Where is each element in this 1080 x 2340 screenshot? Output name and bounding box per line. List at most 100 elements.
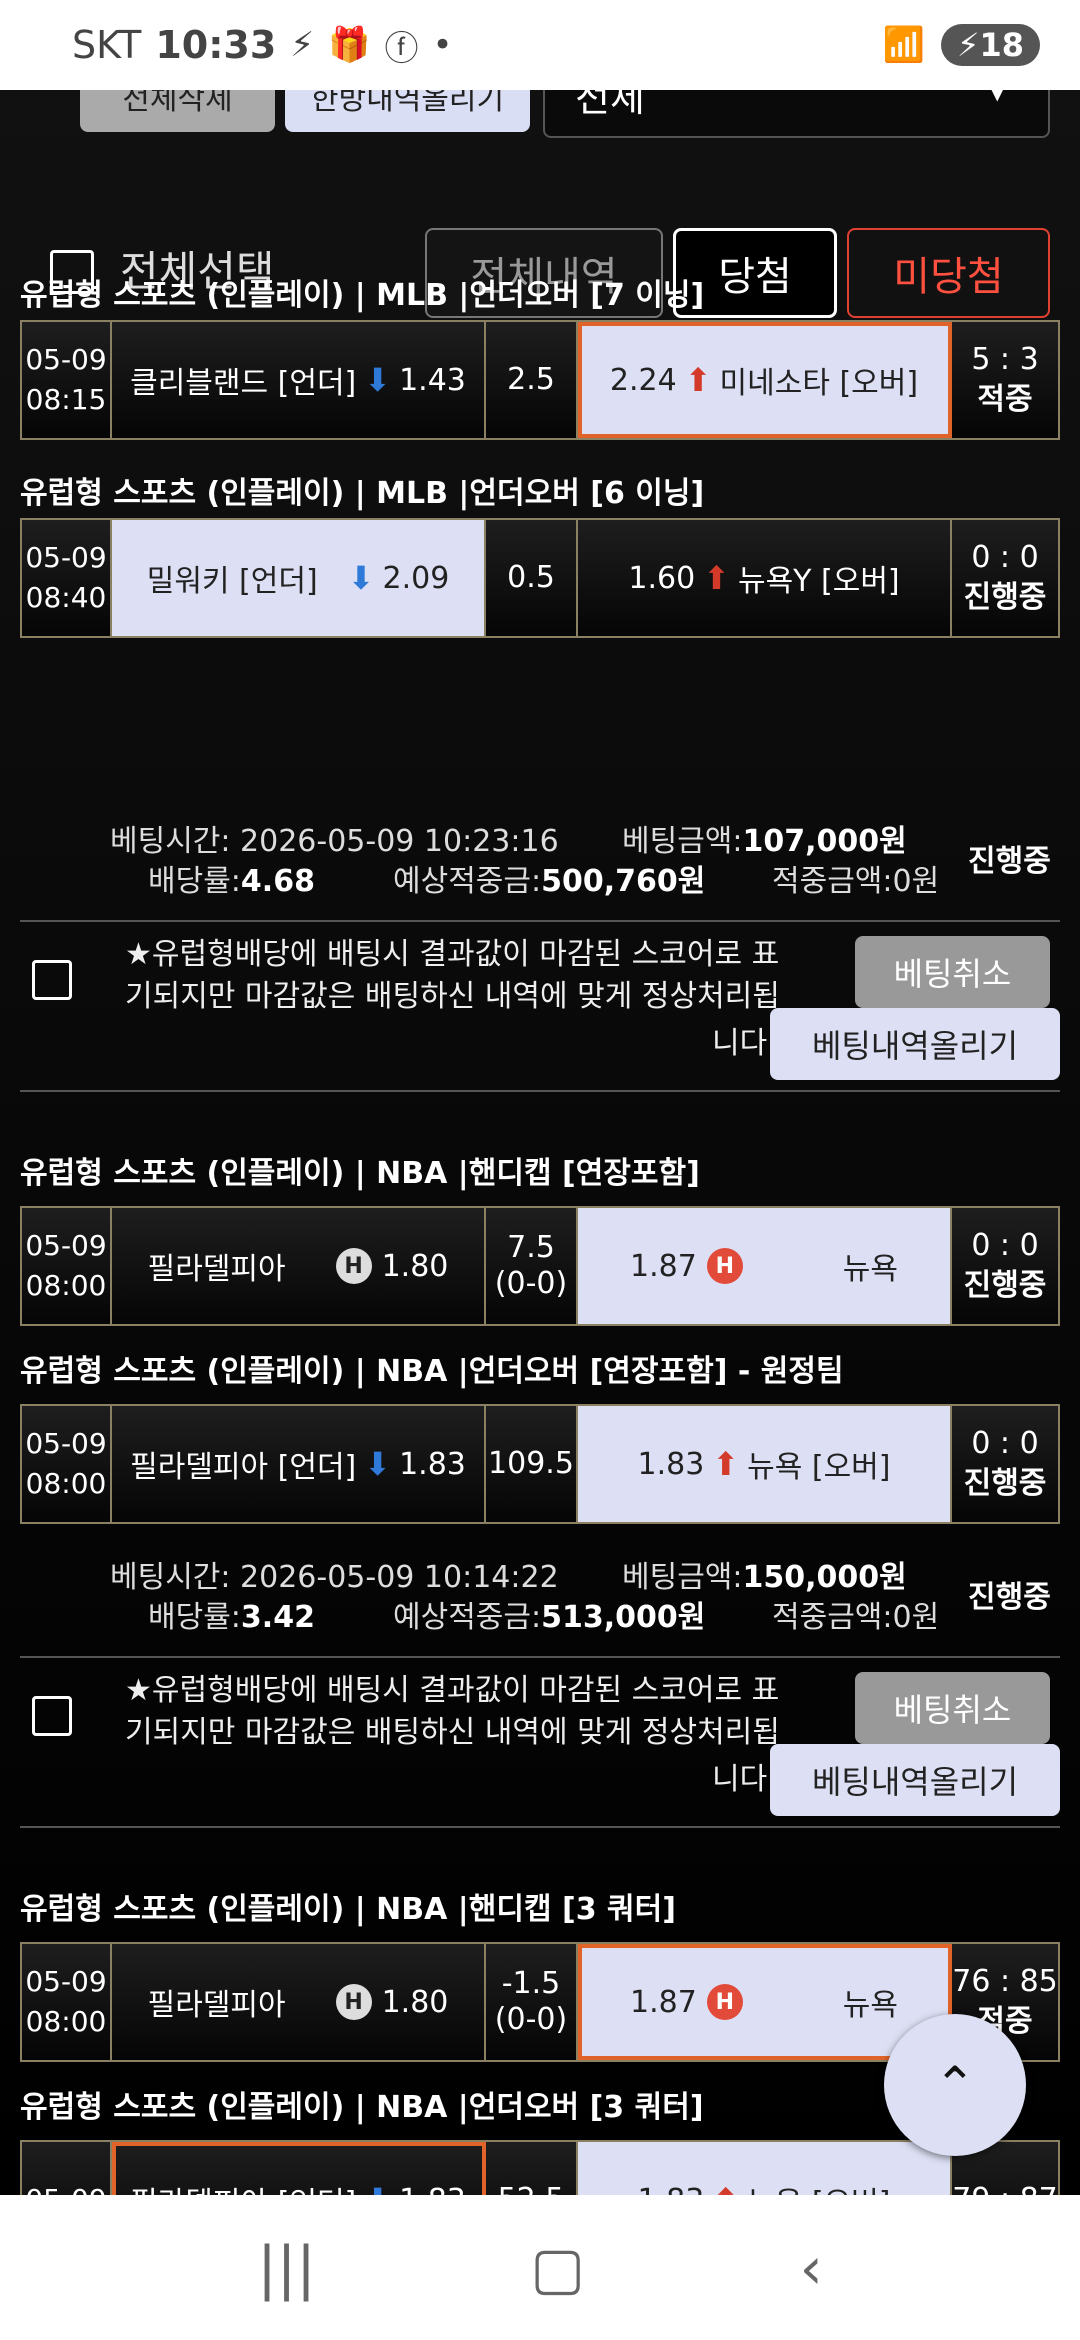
away-team: 뉴욕 [오버] xyxy=(747,1450,891,1485)
bet-odds: 배당률:4.68 xyxy=(148,856,315,900)
handicap-badge-icon: H xyxy=(335,1984,372,2020)
game-date: 05-09 xyxy=(25,343,107,376)
away-odds: 1.87 xyxy=(630,1248,697,1284)
arrow-up-icon: ⬆ xyxy=(703,559,730,597)
delete-all-button[interactable]: 전체삭제 xyxy=(80,90,275,132)
bet-history-content: 전체삭제 한방내역올리기 전체 ▼ 전체선택 전체내역 당첨 미당첨 유럽형 스… xyxy=(0,90,1080,2195)
bet-row: 05-09 08:00 필라델피아 H 1.80 7.5 (0-0) 1.87 H 뉴욕 … xyxy=(20,1206,1060,1326)
arrow-up-icon: ⬆ xyxy=(712,1445,740,1483)
home-pick[interactable]: 필라델피아 H 1.80 xyxy=(112,1208,486,1324)
result: 진행중 xyxy=(963,1268,1047,1303)
filter-lose-button[interactable]: 미당첨 xyxy=(847,228,1050,318)
battery-level: 18 xyxy=(979,26,1024,64)
divider xyxy=(20,920,1060,922)
bet-amount: 베팅금액:107,000원 xyxy=(622,816,907,860)
away-pick-selected[interactable]: 1.87 H 뉴욕 xyxy=(578,1944,952,2060)
home-odds: 1.80 xyxy=(381,1248,449,1284)
away-team: 미네소타 [오버] xyxy=(719,366,919,401)
upload-all-button[interactable]: 한방내역올리기 xyxy=(285,90,530,132)
upload-bet-button[interactable]: 베팅내역올리기 xyxy=(770,1744,1060,1816)
line-value: -1.5 (0-0) xyxy=(486,1944,578,2060)
bet-row: 05-09 08:00 필라델피아 [언더] ⬇ 1.83 109.5 1.83 ⬆ 뉴욕… xyxy=(20,1404,1060,1524)
away-pick[interactable]: 1.60 ⬆ 뉴욕Y [오버] xyxy=(578,520,952,636)
bet-amount-value: 150,000원 xyxy=(742,1560,907,1595)
home-team: 클리블랜드 [언더] xyxy=(130,366,357,401)
game-datetime: 05-09 08:40 xyxy=(22,520,112,636)
home-pick[interactable]: 필라델피아 H 1.80 xyxy=(112,1944,486,2060)
arrow-down-icon: ⬇ xyxy=(364,2181,391,2195)
home-team: 필라델피아 [언더] xyxy=(130,1450,357,1485)
home-team: 필라델피아 xyxy=(147,1988,286,2023)
away-odds: 1.87 xyxy=(630,1984,697,2020)
game-date: 05-09 xyxy=(25,1229,107,1262)
bet-row: 05-09 08:15 클리블랜드 [언더] ⬇ 1.43 2.5 2.24 ⬆ 미네소타… xyxy=(20,320,1060,440)
score-cell: 5 : 3 적중 xyxy=(952,322,1058,438)
away-odds: 1.60 xyxy=(628,560,696,596)
game-date: 05-09 xyxy=(25,1427,107,1460)
facebook-icon: ⓕ xyxy=(384,28,419,69)
cancel-bet-button[interactable]: 베팅취소 xyxy=(855,936,1050,1008)
bet-time: 베팅시간: 2026-05-09 10:23:16 xyxy=(110,824,559,859)
section-title: 유럽형 스포츠 (인플레이) | MLB |언더오버 [6 이닝] xyxy=(20,476,705,511)
game-date: 05-09 xyxy=(25,541,107,574)
away-pick-selected[interactable]: 1.87 H 뉴욕 xyxy=(578,1208,952,1324)
recent-apps-icon[interactable]: ||| xyxy=(257,2234,316,2302)
back-icon[interactable]: ‹ xyxy=(800,2234,823,2302)
handicap-badge-icon: H xyxy=(335,1248,372,1284)
score: 5 : 3 xyxy=(971,342,1039,377)
cancel-bet-button[interactable]: 베팅취소 xyxy=(855,1672,1050,1744)
section-title: 유럽형 스포츠 (인플레이) | NBA |언더오버 [3 쿼터] xyxy=(20,2090,704,2125)
upload-bet-button[interactable]: 베팅내역올리기 xyxy=(770,1008,1060,1080)
away-pick-selected[interactable]: 1.83⬆뉴욕 [오버] xyxy=(578,1406,952,1522)
result: 진행중 xyxy=(963,1466,1047,1501)
home-pick-selected[interactable]: 필라델피아 [언더] ⬇ 1.83 xyxy=(112,2142,486,2195)
bet-odds-label: 배당률: xyxy=(148,1600,241,1635)
game-datetime: 05-09 xyxy=(22,2142,112,2195)
bet-checkbox[interactable] xyxy=(32,960,72,1000)
bet-time: 베팅시간: 2026-05-09 10:14:22 xyxy=(110,1560,559,1595)
chevron-down-icon: ▼ xyxy=(986,90,1008,105)
status-bar: SKT 10:33 ⚡ 🎁 ⓕ • 📶 ⚡18 xyxy=(0,0,1080,90)
section-title: 유럽형 스포츠 (인플레이) | NBA |핸디캡 [연장포함] xyxy=(20,1156,700,1191)
line-value: 0.5 xyxy=(486,520,578,636)
home-team: 필라델피아 xyxy=(147,1252,286,1287)
home-icon[interactable]: ▢ xyxy=(530,2234,585,2302)
expected-win-label: 예상적중금: xyxy=(393,864,542,899)
away-odds: 2.24 xyxy=(609,362,677,398)
handicap-badge-icon: H xyxy=(706,1248,743,1284)
handicap-badge-icon: H xyxy=(706,1984,743,2020)
scroll-top-button[interactable]: ⌃ xyxy=(884,2014,1026,2156)
divider xyxy=(20,1826,1060,1828)
score: 0 : 0 xyxy=(971,1228,1039,1263)
home-pick[interactable]: 클리블랜드 [언더] ⬇ 1.43 xyxy=(112,322,486,438)
line-value: 2.5 xyxy=(486,322,578,438)
home-odds: 1.83 xyxy=(399,2183,466,2196)
game-datetime: 05-09 08:00 xyxy=(22,1406,112,1522)
divider xyxy=(20,1090,1060,1092)
system-nav-bar: ||| ▢ ‹ xyxy=(0,2195,1080,2340)
away-pick-selected[interactable]: 2.24 ⬆ 미네소타 [오버] xyxy=(578,322,952,438)
home-pick-selected[interactable]: 밀워키 [언더] ⬇ 2.09 xyxy=(112,520,486,636)
filter-dropdown[interactable]: 전체 ▼ xyxy=(543,90,1050,138)
game-date: 05-09 xyxy=(25,2180,106,2195)
away-team: 뉴욕 [오버] xyxy=(747,2178,890,2195)
section-title: 유럽형 스포츠 (인플레이) | NBA |핸디캡 [3 쿼터] xyxy=(20,1892,676,1927)
result: 진행중 xyxy=(963,580,1047,615)
bet-checkbox[interactable] xyxy=(32,1696,72,1736)
arrow-down-icon: ⬇ xyxy=(364,361,392,399)
home-team: 필라델피아 [언더] xyxy=(130,2178,356,2195)
expected-win: 예상적중금:500,760원 xyxy=(393,856,705,900)
arrow-down-icon: ⬇ xyxy=(364,1445,392,1483)
line-value: 109.5 xyxy=(486,1406,578,1522)
score-cell: 0 : 0 진행중 xyxy=(952,520,1058,636)
won-amount: 적중금액:0원 xyxy=(772,1600,940,1635)
notice-text-end: 니다 xyxy=(712,1026,768,1061)
home-odds: 1.83 xyxy=(399,1446,466,1482)
dot-icon: • xyxy=(432,25,453,65)
away-pick-selected[interactable]: 1.83⬆뉴욕 [오버] xyxy=(578,2142,952,2195)
score-cell: 0 : 0 진행중 xyxy=(952,1406,1058,1522)
bet-row: 05-09 08:40 밀워키 [언더] ⬇ 2.09 0.5 1.60 ⬆ 뉴욕Y [오… xyxy=(20,518,1060,638)
arrow-down-icon: ⬇ xyxy=(347,559,375,597)
home-pick[interactable]: 필라델피아 [언더] ⬇ 1.83 xyxy=(112,1406,486,1522)
result: 적중 xyxy=(977,382,1033,417)
